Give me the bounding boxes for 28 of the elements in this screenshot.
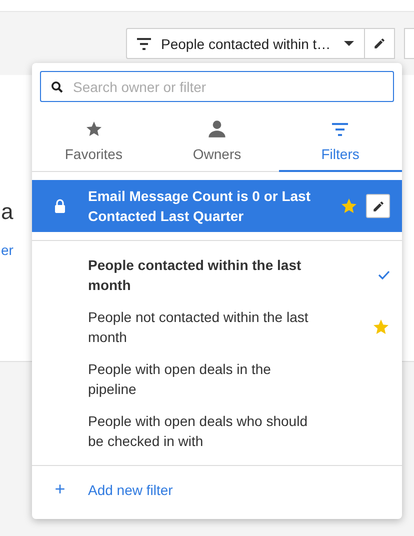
checkmark-icon (378, 270, 390, 280)
star-icon (84, 120, 103, 138)
tab[interactable]: Filters (278, 112, 402, 172)
card-link[interactable]: er (1, 242, 14, 258)
edit-button[interactable] (365, 28, 396, 59)
filter-icon (137, 38, 151, 50)
search-icon (51, 81, 63, 93)
filter-item[interactable]: People contacted within the last month (32, 249, 402, 301)
star-icon[interactable] (340, 197, 358, 215)
filter-dropdown-button[interactable]: People contacted within t… (126, 28, 366, 59)
add-filter-link[interactable]: + Add new filter (32, 465, 402, 513)
pencil-icon (372, 200, 384, 212)
filter-item[interactable]: People not contacted within the last month (32, 301, 402, 353)
pencil-icon (373, 37, 386, 50)
filter-item[interactable]: Email Message Count is 0 or Last Contacted Last Quarter (32, 180, 402, 232)
edit-button[interactable] (366, 194, 390, 218)
person-icon (206, 119, 227, 139)
lock-icon (55, 199, 65, 213)
tab[interactable]: Favorites (32, 112, 156, 172)
star-icon[interactable] (372, 318, 390, 336)
caret-icon (344, 41, 354, 46)
card-text: a (1, 199, 14, 225)
search-field[interactable]: Search owner or filter (40, 71, 394, 102)
filter-icon (332, 122, 348, 136)
filter-item[interactable]: People with open deals who should be checked in with (32, 405, 402, 457)
tab[interactable]: Owners (155, 112, 279, 172)
toolbar-button[interactable] (404, 28, 414, 59)
filter-item[interactable]: People with open deals in the pipeline (32, 353, 402, 405)
